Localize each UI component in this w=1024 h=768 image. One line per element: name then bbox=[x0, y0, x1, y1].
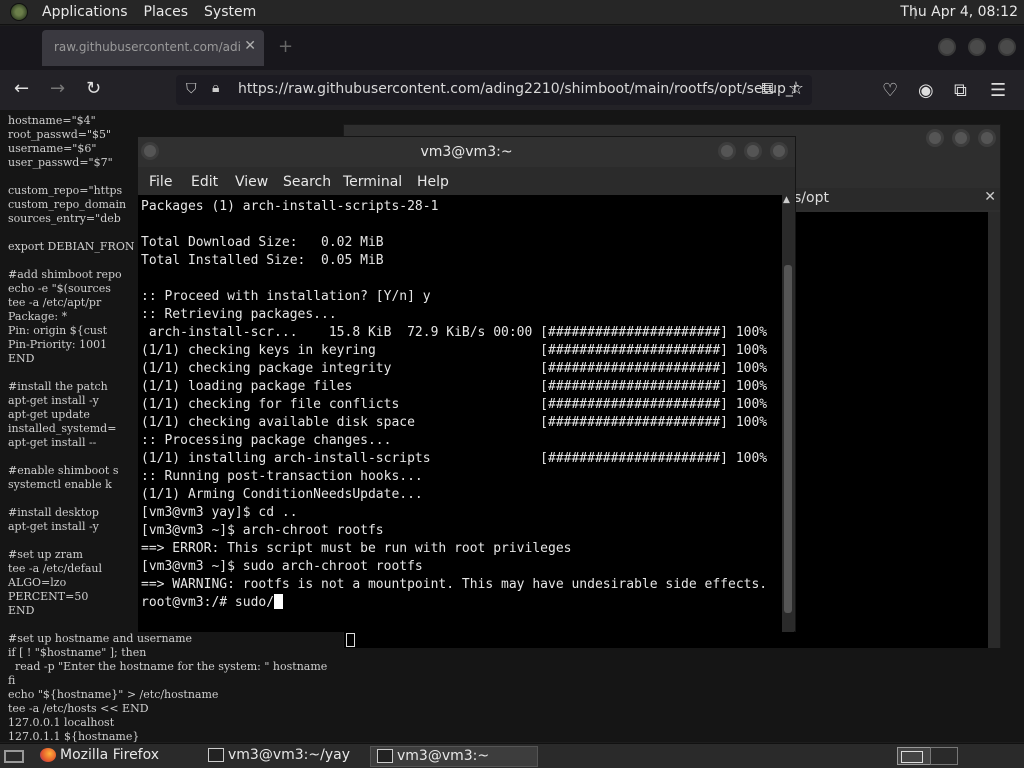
maximize-window-icon[interactable] bbox=[952, 129, 970, 147]
close-tab-icon[interactable]: ✕ bbox=[984, 189, 996, 205]
terminal-line: Total Installed Size: 0.05 MiB bbox=[141, 253, 384, 268]
maximize-window-icon[interactable] bbox=[968, 38, 986, 56]
firefox-tab[interactable]: raw.githubusercontent.com/adi ✕ bbox=[42, 30, 264, 66]
system-menu[interactable]: System bbox=[196, 4, 264, 20]
bookmark-star-icon[interactable]: ☆ bbox=[788, 78, 804, 99]
terminal-line: :: Proceed with installation? [Y/n] y bbox=[141, 289, 431, 304]
window-menu-icon[interactable] bbox=[141, 142, 159, 160]
bottom-panel: Mozilla Firefox vm3@vm3:~/yay vm3@vm3:~ bbox=[0, 743, 1024, 768]
minimize-window-icon[interactable] bbox=[926, 129, 944, 147]
menu-help[interactable]: Help bbox=[417, 174, 449, 190]
pocket-icon[interactable]: ♡ bbox=[882, 80, 898, 101]
menu-terminal[interactable]: Terminal bbox=[343, 174, 402, 190]
terminal-menu-bar: File Edit View Search Terminal Help bbox=[138, 167, 795, 195]
forward-arrow-icon[interactable]: → bbox=[50, 78, 65, 99]
menu-edit[interactable]: Edit bbox=[191, 174, 218, 190]
terminal-cursor bbox=[274, 594, 284, 609]
terminal-line: [vm3@vm3 ~]$ arch-chroot rootfs bbox=[141, 523, 384, 538]
terminal-line: :: Processing package changes... bbox=[141, 433, 392, 448]
terminal-icon bbox=[377, 749, 393, 763]
code-line: 127.0.0.1 localhost bbox=[8, 716, 115, 729]
terminal-line: (1/1) checking package integrity [######… bbox=[141, 361, 768, 376]
code-line: tee -a /etc/hosts << END bbox=[8, 702, 149, 715]
code-line: 127.0.1.1 ${hostname} bbox=[8, 730, 140, 743]
close-window-icon[interactable] bbox=[978, 129, 996, 147]
menu-search[interactable]: Search bbox=[283, 174, 331, 190]
terminal-line: Total Download Size: 0.02 MiB bbox=[141, 235, 384, 250]
url-text[interactable]: https://raw.githubusercontent.com/ading2… bbox=[238, 81, 799, 97]
hamburger-menu-icon[interactable]: ☰ bbox=[990, 80, 1006, 101]
terminal-line: (1/1) Arming ConditionNeedsUpdate... bbox=[141, 487, 423, 502]
taskbar-item-label: vm3@vm3:~/yay bbox=[228, 747, 350, 763]
terminal-output: Packages (1) arch-install-scripts-28-1 T… bbox=[141, 198, 783, 594]
terminal-line: ==> WARNING: rootfs is not a mountpoint.… bbox=[141, 577, 768, 592]
terminal-icon bbox=[208, 748, 224, 762]
places-menu[interactable]: Places bbox=[136, 4, 197, 20]
code-line: read -p "Enter the hostname for the syst… bbox=[8, 660, 328, 673]
terminal-line: (1/1) loading package files [###########… bbox=[141, 379, 768, 394]
terminal-line: (1/1) installing arch-install-scripts [#… bbox=[141, 451, 768, 466]
code-line: #set up hostname and username bbox=[8, 632, 193, 645]
terminal-body[interactable]: Packages (1) arch-install-scripts-28-1 T… bbox=[138, 195, 783, 632]
terminal-tab-label: s/opt bbox=[794, 190, 829, 206]
terminal-prompt-line: root@vm3:/# sudo/ bbox=[141, 595, 275, 610]
menu-file[interactable]: File bbox=[149, 174, 172, 190]
terminal-tab[interactable]: s/opt ✕ bbox=[790, 188, 1000, 210]
show-desktop-icon[interactable] bbox=[4, 750, 24, 763]
firefox-icon bbox=[40, 748, 56, 762]
taskbar-terminal-yay[interactable]: vm3@vm3:~/yay bbox=[202, 746, 368, 767]
terminal-window[interactable]: vm3@vm3:~ File Edit View Search Terminal… bbox=[137, 136, 796, 632]
terminal-title-bar[interactable]: vm3@vm3:~ bbox=[138, 137, 795, 167]
terminal-line: (1/1) checking for file conflicts [#####… bbox=[141, 397, 768, 412]
taskbar-item-label: Mozilla Firefox bbox=[60, 747, 160, 763]
minimize-window-icon[interactable] bbox=[718, 142, 736, 160]
new-tab-icon[interactable]: + bbox=[278, 36, 293, 57]
code-line: hostname="$4" bbox=[8, 114, 96, 127]
terminal-line: :: Retrieving packages... bbox=[141, 307, 337, 322]
minimize-window-icon[interactable] bbox=[938, 38, 956, 56]
close-window-icon[interactable] bbox=[770, 142, 788, 160]
terminal-line: ==> ERROR: This script must be run with … bbox=[141, 541, 572, 556]
top-panel: Applications Places System Thu Apr 4, 08… bbox=[0, 0, 1024, 25]
firefox-tab-title: raw.githubusercontent.com/adi bbox=[54, 40, 241, 54]
menu-view[interactable]: View bbox=[235, 174, 268, 190]
code-line: fi bbox=[8, 674, 16, 687]
reload-icon[interactable]: ↻ bbox=[86, 78, 101, 99]
terminal-line: :: Running post-transaction hooks... bbox=[141, 469, 423, 484]
lock-icon[interactable]: 🔒︎ bbox=[212, 80, 219, 96]
scroll-up-icon[interactable]: ▲ bbox=[783, 195, 790, 205]
terminal-cursor bbox=[346, 633, 355, 647]
taskbar-item-label: vm3@vm3:~ bbox=[397, 748, 490, 764]
terminal-line: [vm3@vm3 ~]$ sudo arch-chroot rootfs bbox=[141, 559, 423, 574]
distro-logo-icon[interactable] bbox=[10, 3, 28, 21]
terminal-line: Packages (1) arch-install-scripts-28-1 bbox=[141, 199, 439, 214]
extensions-icon[interactable]: ⧉ bbox=[954, 80, 967, 101]
scrollbar-thumb[interactable] bbox=[784, 265, 792, 613]
terminal-line: arch-install-scr... 15.8 KiB 72.9 KiB/s … bbox=[141, 325, 768, 340]
url-bar[interactable]: ⛉ 🔒︎ https://raw.githubusercontent.com/a… bbox=[176, 75, 812, 105]
workspace-2[interactable] bbox=[930, 747, 958, 765]
tracking-shield-icon[interactable]: ⛉ bbox=[186, 81, 197, 97]
back-arrow-icon[interactable]: ← bbox=[14, 78, 29, 99]
maximize-window-icon[interactable] bbox=[744, 142, 762, 160]
taskbar-terminal-home[interactable]: vm3@vm3:~ bbox=[370, 746, 538, 767]
terminal-line: (1/1) checking available disk space [###… bbox=[141, 415, 768, 430]
account-icon[interactable]: ◉ bbox=[918, 80, 934, 101]
vertical-scrollbar[interactable] bbox=[988, 212, 1000, 648]
close-tab-icon[interactable]: ✕ bbox=[244, 38, 256, 54]
reader-view-icon[interactable]: ▤ bbox=[761, 80, 774, 96]
terminal-title: vm3@vm3:~ bbox=[420, 144, 513, 160]
terminal-line: (1/1) checking keys in keyring [########… bbox=[141, 343, 768, 358]
applications-menu[interactable]: Applications bbox=[34, 4, 136, 20]
terminal-line: [vm3@vm3 yay]$ cd .. bbox=[141, 505, 298, 520]
close-window-icon[interactable] bbox=[998, 38, 1016, 56]
workspace-1[interactable] bbox=[897, 747, 931, 765]
clock[interactable]: Thu Apr 4, 08:12 bbox=[900, 4, 1018, 20]
code-line: if [ ! "$hostname" ]; then bbox=[8, 646, 147, 659]
code-line: echo "${hostname}" > /etc/hostname bbox=[8, 688, 219, 701]
taskbar-firefox[interactable]: Mozilla Firefox bbox=[34, 746, 200, 767]
vertical-scrollbar[interactable]: ▲ bbox=[782, 195, 794, 632]
